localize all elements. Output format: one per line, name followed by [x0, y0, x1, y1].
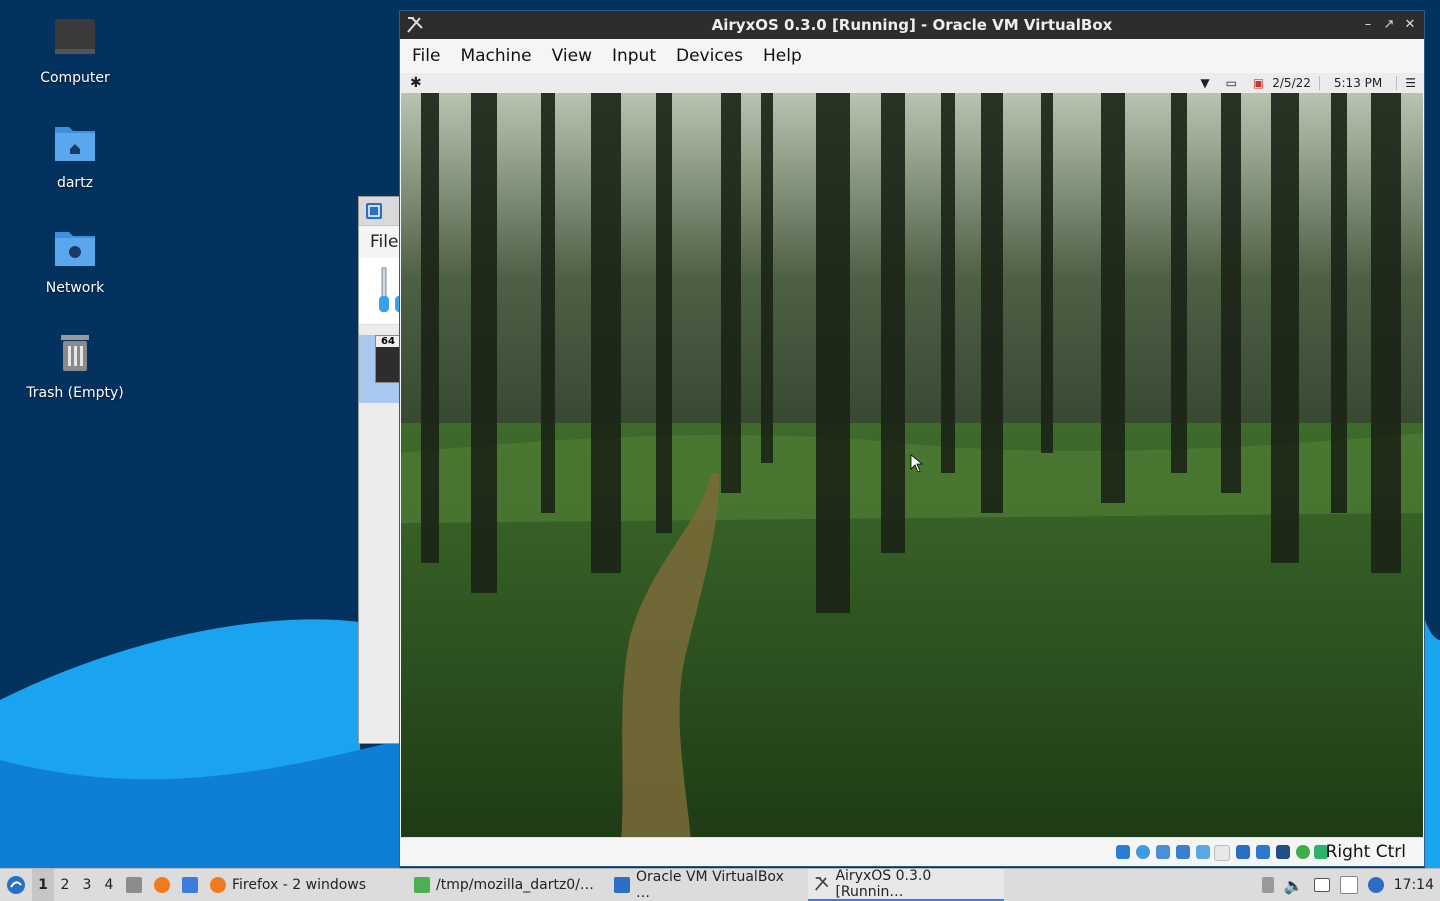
display-settings-icon[interactable] [1313, 878, 1330, 892]
menu-view[interactable]: View [542, 39, 602, 73]
taskbar: 1 2 3 4 Firefox - 2 windows /tmp/mozilla… [0, 868, 1440, 901]
vm-badge: 64 [375, 335, 401, 383]
guest-dropdown-icon[interactable]: ▼ [1192, 73, 1217, 93]
hard-disk-icon[interactable] [1116, 845, 1130, 859]
task-airyxos-vm[interactable]: AiryxOS 0.3.0 [Runnin… [808, 868, 1004, 901]
virtualbox-app-icon [366, 203, 382, 219]
task-label: /tmp/mozilla_dartz0/… [436, 877, 594, 893]
vm-menubar: File Machine View Input Devices Help [400, 39, 1424, 73]
maximize-button[interactable]: ↗ [1379, 11, 1399, 39]
guest-display-icon[interactable]: ▭ [1218, 73, 1245, 93]
guest-list-icon[interactable]: ☰ [1397, 73, 1424, 93]
task-archive[interactable]: /tmp/mozilla_dartz0/… [408, 869, 608, 901]
task-label: Firefox - 2 windows [232, 877, 367, 893]
workspace-4[interactable]: 4 [98, 869, 120, 901]
folder-icon [126, 877, 142, 893]
clock[interactable]: 17:14 [1394, 877, 1434, 893]
menu-machine[interactable]: Machine [450, 39, 541, 73]
guest-screen-forest-wallpaper[interactable] [401, 93, 1423, 841]
guest-network-icon[interactable]: ▣ [1245, 73, 1272, 93]
file-manager-launcher[interactable] [120, 869, 148, 901]
airyx-app-icon [815, 877, 829, 891]
guest-os-top-bar: ✱ ▼ ▭ ▣ 2/5/22 5:13 PM ☰ [400, 73, 1424, 93]
task-label: AiryxOS 0.3.0 [Runnin… [835, 868, 932, 900]
desktop-icon-home-folder[interactable]: dartz [10, 121, 140, 191]
menu-input[interactable]: Input [602, 39, 666, 73]
menu-help[interactable]: Help [753, 39, 812, 73]
desktop-icon-label: Trash (Empty) [26, 385, 124, 401]
usb-icon[interactable] [1196, 845, 1210, 859]
workspace-3[interactable]: 3 [76, 869, 98, 901]
guest-additions-icon[interactable] [1296, 845, 1310, 859]
audio-icon[interactable] [1156, 845, 1170, 859]
vm-window-title: AiryxOS 0.3.0 [Running] - Oracle VM Virt… [711, 16, 1113, 34]
archive-icon [414, 877, 430, 893]
network-folder-icon [55, 232, 95, 266]
firefox-icon [154, 877, 170, 893]
close-button[interactable]: ✕ [1400, 11, 1420, 39]
desktop-icon-trash[interactable]: Trash (Empty) [10, 331, 140, 401]
virtualbox-icon [614, 877, 630, 893]
display-icon[interactable] [1236, 845, 1250, 859]
shared-folders-icon[interactable] [1214, 845, 1230, 861]
virtualbox-vm-window[interactable]: AiryxOS 0.3.0 [Running] - Oracle VM Virt… [399, 10, 1425, 867]
trash-icon [61, 335, 89, 371]
vm-window-titlebar[interactable]: AiryxOS 0.3.0 [Running] - Oracle VM Virt… [400, 11, 1424, 39]
guest-app-menu-icon[interactable]: ✱ [410, 73, 422, 93]
clipboard-icon[interactable] [1339, 876, 1358, 894]
distro-logo-icon [7, 876, 25, 894]
show-desktop-icon [182, 877, 198, 893]
desktop-icon-label: Network [45, 280, 105, 296]
system-tray: 🔈 17:14 [1261, 869, 1440, 901]
desktop-icon-label: Computer [40, 70, 110, 86]
host-key-label: Right Ctrl [1325, 842, 1406, 862]
recording-icon[interactable] [1256, 845, 1270, 859]
task-firefox[interactable]: Firefox - 2 windows [204, 869, 408, 901]
guest-time: 5:13 PM [1333, 76, 1383, 90]
network-adapter-icon[interactable] [1176, 845, 1190, 859]
start-menu-button[interactable] [0, 869, 32, 901]
workspace-1[interactable]: 1 [32, 869, 54, 901]
home-folder-icon [55, 127, 95, 161]
vm-statusbar: Right Ctrl [400, 837, 1424, 866]
computer-icon [55, 19, 95, 54]
task-virtualbox-manager[interactable]: Oracle VM VirtualBox … [608, 869, 808, 901]
eject-icon[interactable] [1261, 877, 1274, 893]
guest-date: 2/5/22 [1272, 76, 1311, 90]
desktop-launcher[interactable] [176, 869, 204, 901]
menu-file[interactable]: File [402, 39, 450, 73]
firefox-icon [210, 877, 226, 893]
workspace-2[interactable]: 2 [54, 869, 76, 901]
cpu-icon[interactable] [1276, 845, 1290, 859]
menu-devices[interactable]: Devices [666, 39, 753, 73]
network-status-icon[interactable] [1367, 877, 1384, 893]
desktop-icon-network[interactable]: Network [10, 226, 140, 296]
desktop-icon-label: dartz [56, 175, 94, 191]
volume-icon[interactable]: 🔈 [1284, 876, 1304, 895]
desktop-icon-computer[interactable]: Computer [10, 16, 140, 86]
vm-badge-text: 64 [376, 336, 400, 347]
firefox-launcher[interactable] [148, 869, 176, 901]
minimize-button[interactable]: – [1358, 11, 1378, 39]
optical-drive-icon[interactable] [1136, 845, 1150, 859]
task-label: Oracle VM VirtualBox … [635, 869, 784, 901]
